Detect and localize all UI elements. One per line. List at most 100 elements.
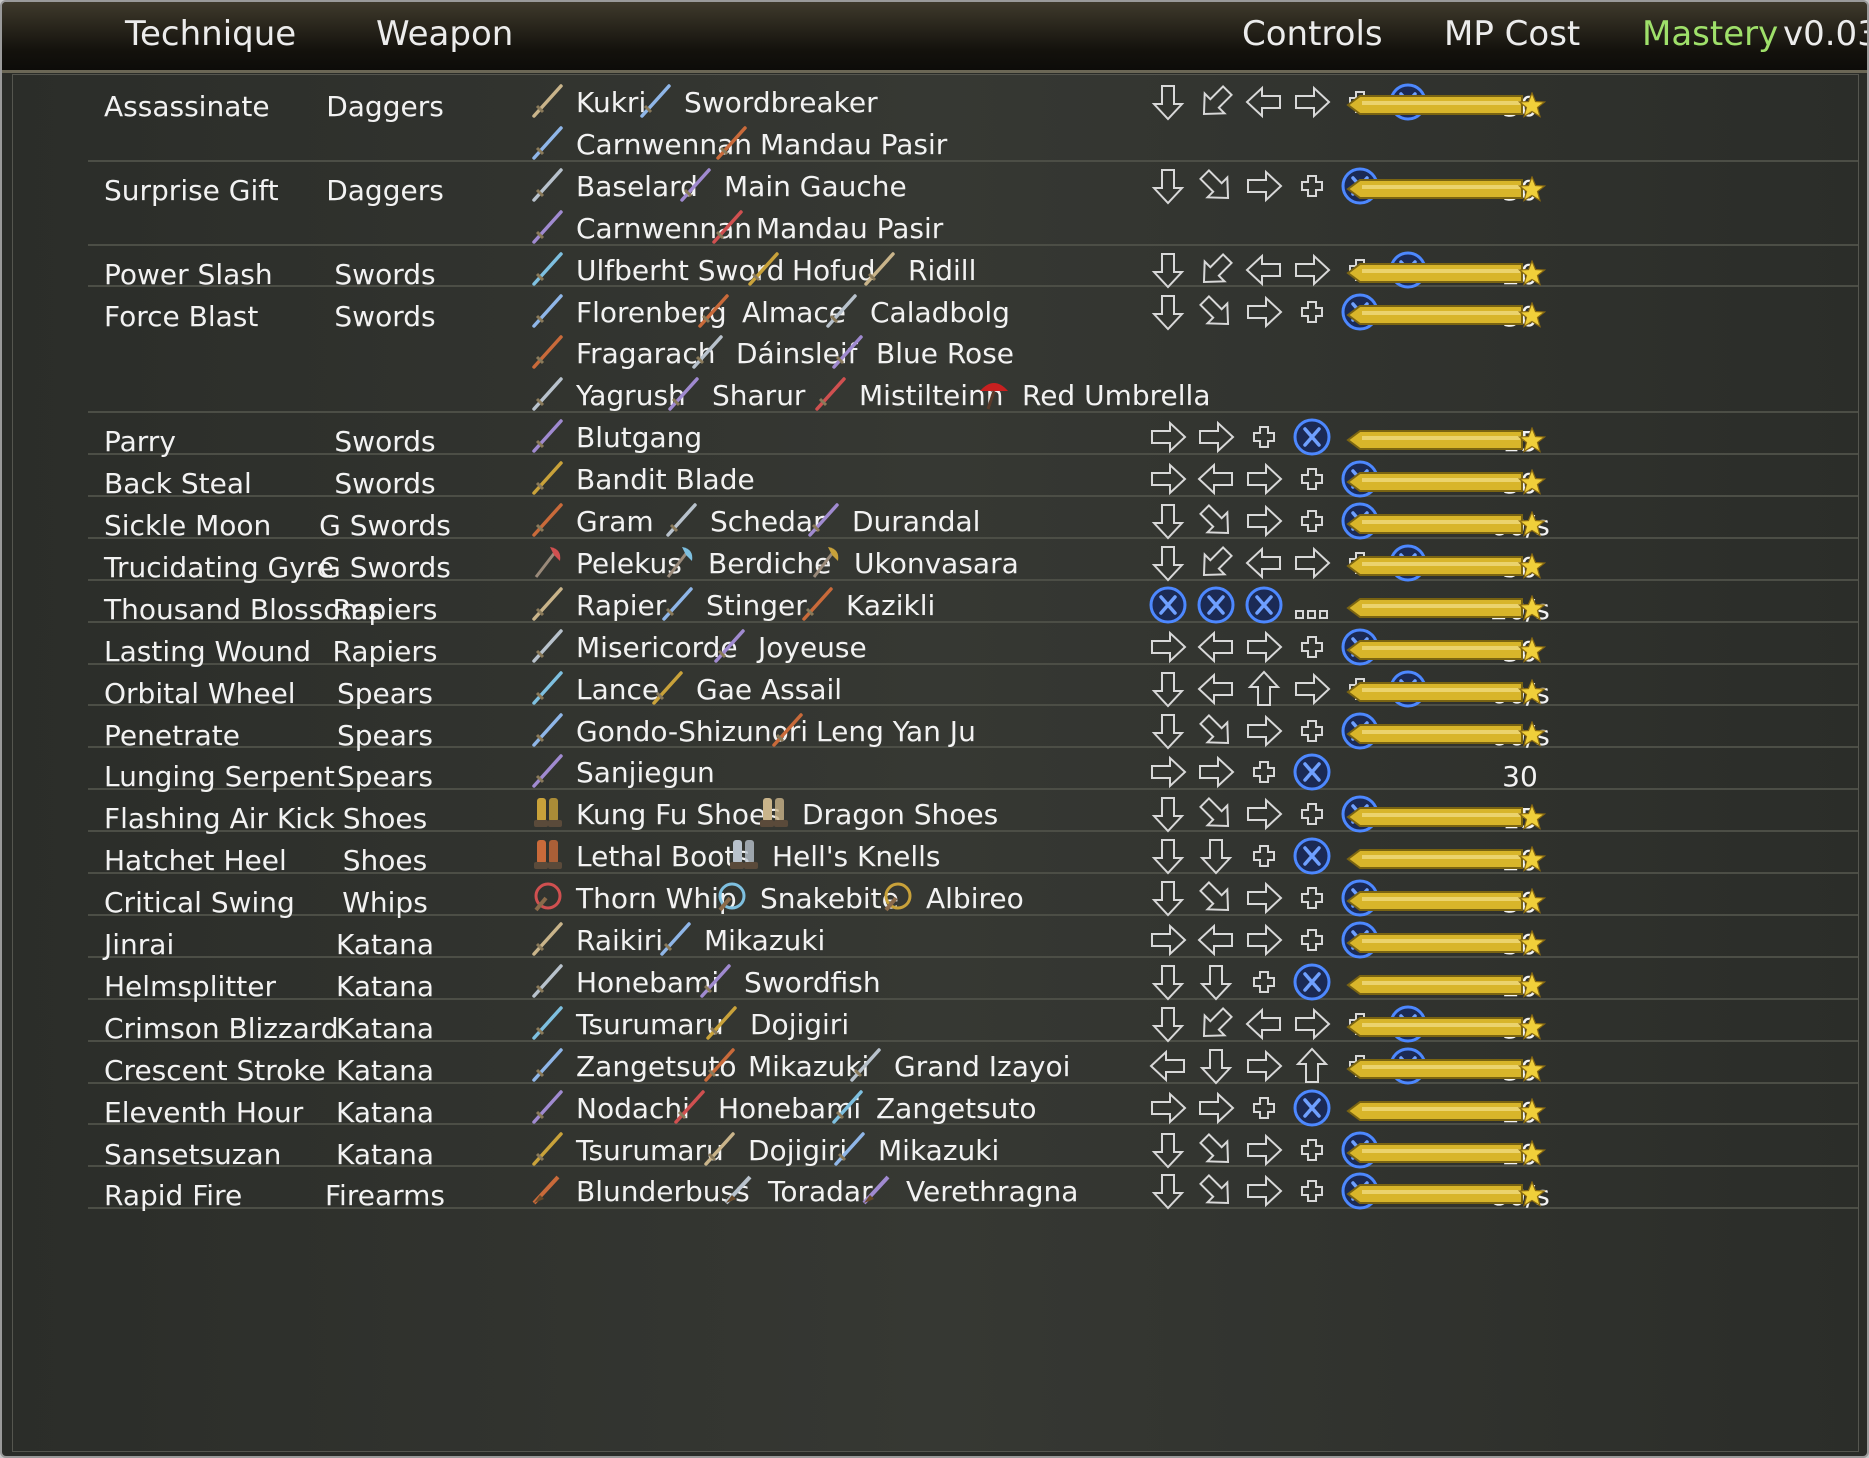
technique-row[interactable]: Hatchet Heel Shoes Lethal Boots Hell's Knel… [88,832,1858,877]
dagger-curved-icon [528,80,568,120]
technique-row[interactable]: Crimson BlizzardKatanaTsurumaruDojigiri3… [88,1000,1858,1045]
down-left-arrow-icon [1196,250,1236,290]
header-weapon[interactable]: Weapon [376,14,513,54]
down-arrow-icon [1148,250,1188,290]
weapon-type: Rapiers [332,592,438,626]
technique-name: Crescent Stroke [104,1053,326,1087]
technique-name: Lunging Serpent [104,760,335,794]
greatsword-icon [804,499,844,539]
weapon-type: Spears [336,718,434,752]
dagger-icon [528,206,568,246]
boots-icon [724,834,764,874]
x-button-icon [1292,962,1332,1002]
plus-icon [1292,878,1332,918]
right-arrow-icon [1244,794,1284,834]
technique-row[interactable]: Thousand Blossoms Rapiers Rapier Stinger Kaz… [88,581,1858,626]
mastery-bar [1346,636,1547,663]
down-right-arrow-icon [1196,878,1236,918]
weapon-name: Bandit Blade [576,463,755,497]
technique-row[interactable]: JinraiKatanaRaikiriMikazuki50 [88,916,1858,961]
control-sequence [1148,836,1340,878]
star-icon [1517,91,1547,118]
technique-row[interactable]: Surprise Gift Daggers Baselard Main Gauche C… [88,162,1858,246]
header-mastery[interactable]: Mastery [1642,14,1778,54]
spear-icon [528,750,568,790]
weapon-name: Verethragna [906,1175,1079,1209]
header-technique[interactable]: Technique [125,14,296,54]
weapon-type: Spears [336,760,434,794]
star-icon [1517,929,1547,956]
star-icon [1517,426,1547,454]
technique-row[interactable]: Rapid Fire Firearms Blunderbuss Toradar Vere… [88,1167,1858,1212]
down-left-arrow-icon [1196,543,1236,583]
axe-icon [660,541,700,581]
right-arrow-icon [1292,543,1332,583]
technique-name: Orbital Wheel [104,676,296,710]
technique-row[interactable]: Assassinate Daggers Kukri Swordbreaker Carnw… [88,78,1858,162]
star-icon [1517,300,1547,328]
plus-icon [1244,1088,1284,1128]
x-button-icon [1292,417,1332,457]
plus-icon [1292,627,1332,667]
right-arrow-icon [1196,752,1236,792]
technique-name: Back Steal [104,467,252,501]
weapon-name: Red Umbrella [1022,379,1211,413]
down-arrow-icon [1148,543,1188,583]
weapon-name: Mandau Pasir [756,211,944,245]
katana-icon [528,960,568,1000]
down-arrow-icon [1196,962,1236,1002]
weapon-type: Swords [334,257,436,291]
star-icon [1517,719,1547,747]
technique-row[interactable]: Power Slash Swords Ulfberht Sword Hofud Ridi… [88,246,1858,291]
weapon-name: Mandau Pasir [760,127,948,161]
mandau-icon [712,122,752,162]
technique-row[interactable]: HelmsplitterKatanaHonebamiSwordfish20 [88,958,1858,1003]
mastery-bar [1346,594,1547,621]
technique-row[interactable]: Back StealSwordsBandit Blade30 [88,455,1858,501]
header-mp-cost[interactable]: MP Cost [1444,14,1580,54]
control-sequence [1148,585,1340,627]
down-arrow-icon [1196,1046,1236,1086]
star-icon [1517,803,1547,831]
control-sequence [1148,752,1340,794]
technique-row[interactable]: Lasting WoundRapiersMisericordeJoyeuse30 [88,623,1858,668]
technique-row[interactable]: Sickle MoonG SwordsGramSchedarDurandal60… [88,497,1858,542]
technique-row[interactable]: Flashing Air Kick Shoes Kung Fu Shoes Drago… [88,790,1858,835]
down-arrow-icon [1148,794,1188,834]
weapon-name: Dojigiri [750,1007,850,1041]
technique-row[interactable]: Penetrate Spears Gondo-Shizunori Leng Yan J… [88,707,1858,752]
katana-icon [528,1044,568,1084]
mastery-bar [1346,1097,1547,1124]
greatsword-icon [662,499,702,539]
technique-row[interactable]: Orbital WheelSpearsLanceGae Assail60/s [88,665,1858,710]
plus-icon [1292,501,1332,541]
left-arrow-icon [1244,250,1284,290]
right-arrow-icon [1292,669,1332,709]
technique-row[interactable]: Eleventh Hour Katana Nodachi Honebami Zanget… [88,1084,1858,1129]
control-sequence [1148,417,1340,459]
technique-row[interactable]: Trucidating Gyre G Swords Pelekus Berdiche U… [88,539,1858,584]
technique-row[interactable]: Lunging Serpent Spears Sanjiegun 30 [88,748,1858,794]
down-arrow-icon [1148,1004,1188,1044]
x-button-icon [1292,1088,1332,1128]
up-arrow-icon [1292,1046,1332,1086]
weapon-type: Spears [336,676,434,710]
weapon-type: G Swords [319,550,451,584]
technique-row[interactable]: Sansetsuzan Katana Tsurumaru Dojigiri Mikazu… [88,1126,1858,1171]
weapon-type: Swords [334,425,436,459]
technique-row[interactable]: Critical Swing Whips Thorn Whip Snakebite Al… [88,874,1858,919]
right-arrow-icon [1148,627,1188,667]
katana-icon [670,1086,710,1126]
weapon-type: Katana [335,928,435,961]
weapon-type: Rapiers [332,634,438,668]
dagger-icon [528,122,568,162]
technique-row[interactable]: Force Blast Swords Florenberg Almace Caladbo… [88,288,1858,414]
plus-icon [1292,292,1332,332]
left-arrow-icon [1244,82,1284,122]
katana-icon [702,1002,742,1042]
weapon-name: Sharur [712,379,806,413]
technique-row[interactable]: Crescent Stroke Katana Zangetsuto Mikazuki G… [88,1042,1858,1087]
right-arrow-icon [1292,1004,1332,1044]
sword-icon [528,415,568,455]
technique-row[interactable]: ParrySwordsBlutgang15 [88,413,1858,459]
